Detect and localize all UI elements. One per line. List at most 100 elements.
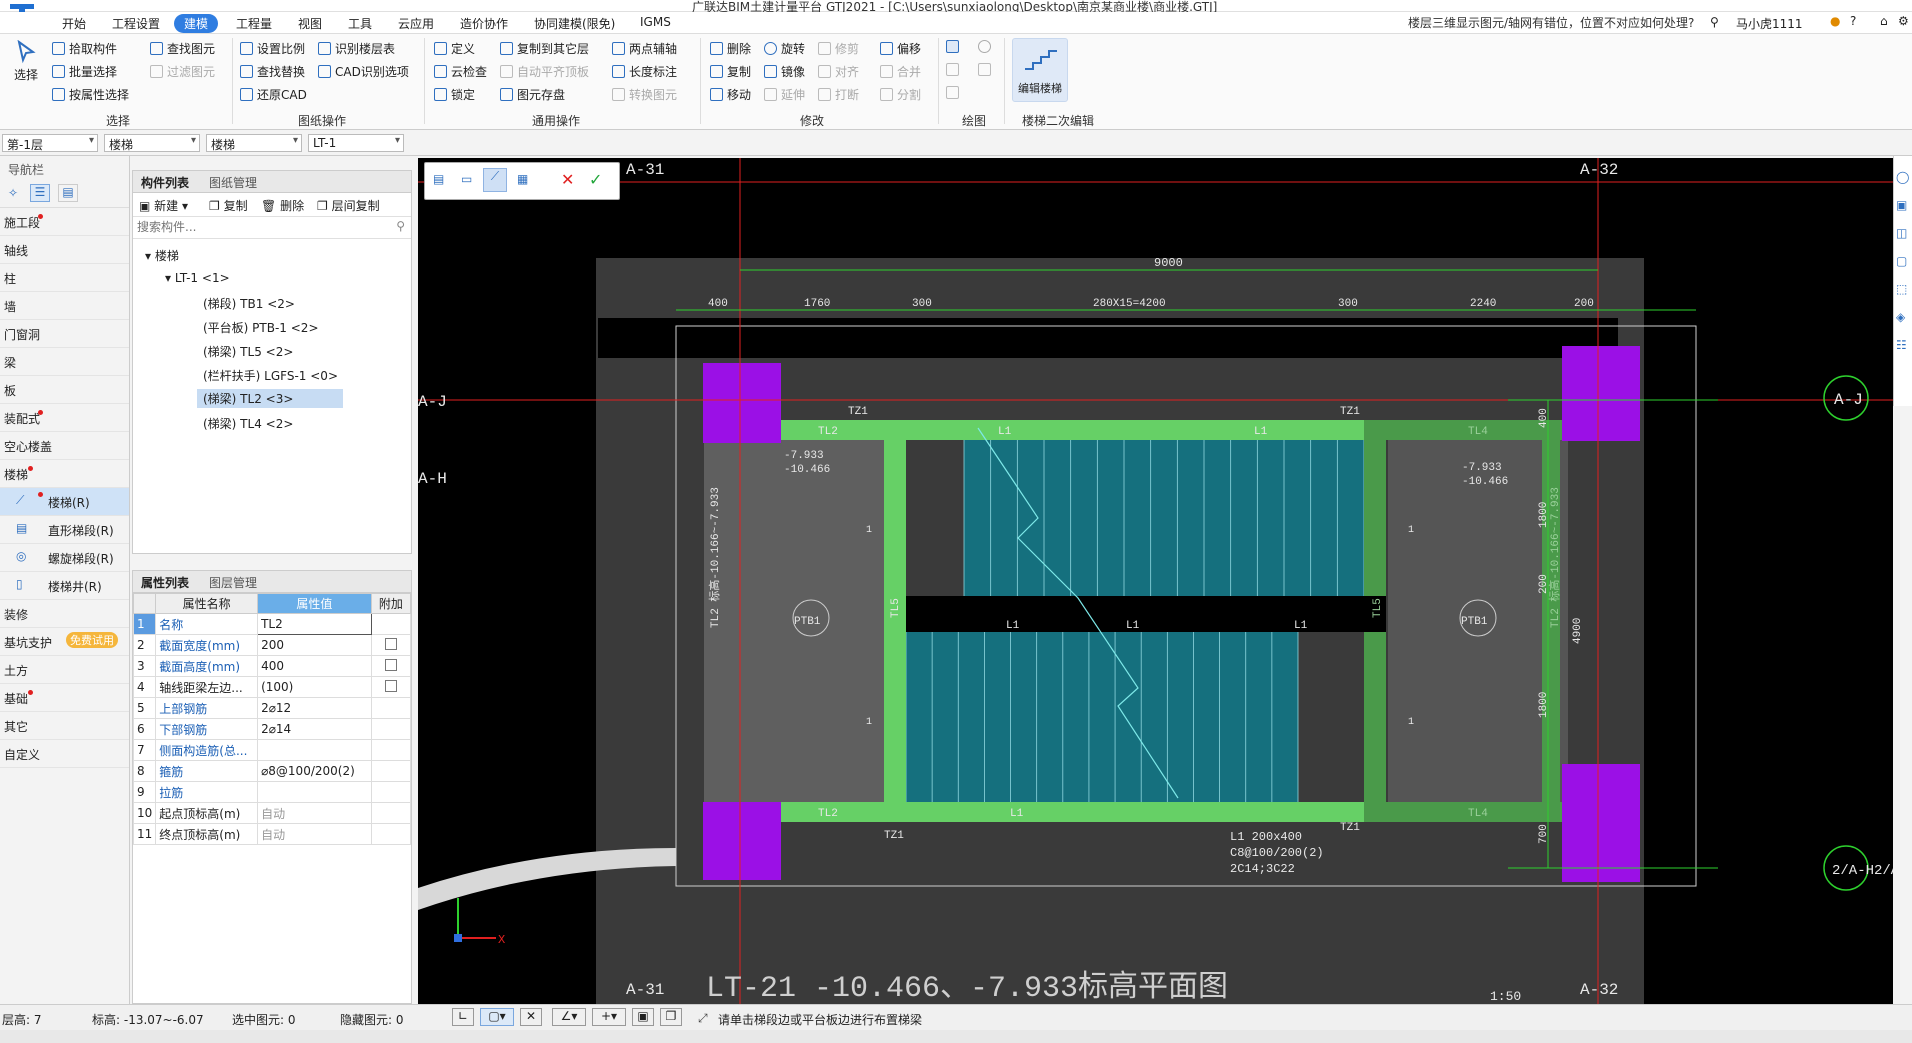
tree-node-tb1[interactable]: (梯段) TB1 <2> [203, 295, 295, 312]
hatch-icon[interactable]: ▦ [517, 172, 528, 186]
nav-item-beam[interactable]: 梁 [0, 348, 129, 376]
prop-value[interactable]: 2⌀14 [257, 718, 372, 740]
element-save-button[interactable]: 图元存盘 [500, 86, 565, 103]
platform-edge-icon[interactable]: ▭ [461, 172, 472, 186]
free-trial-badge[interactable]: 免费试用 [66, 632, 118, 648]
list-icon[interactable]: ☷ [1896, 338, 1910, 352]
pick-component-button[interactable]: 拾取构件 [52, 40, 117, 57]
user-name[interactable]: 马小虎1111 [1736, 15, 1803, 32]
filter-element-button[interactable]: 过滤图元 [150, 63, 215, 80]
mirror-button[interactable]: 镜像 [764, 63, 805, 80]
settings-icon[interactable]: ⚙ [1898, 14, 1909, 28]
find-replace-button[interactable]: 查找替换 [240, 63, 305, 80]
nav-item-finishing[interactable]: 装修 [0, 600, 129, 628]
nav-item-axis[interactable]: 轴线 [0, 236, 129, 264]
tree-node-ptb1[interactable]: (平台板) PTB-1 <2> [203, 319, 319, 336]
nav-item-construction-segment[interactable]: 施工段 [0, 208, 129, 236]
copy-component-button[interactable]: ❐ 复制 [209, 197, 248, 214]
copy-button[interactable]: 复制 [710, 63, 751, 80]
extra-checkbox[interactable] [384, 637, 397, 650]
component-search[interactable]: ⚲ [133, 217, 411, 239]
angle-snap-icon[interactable]: ∠▾ [552, 1008, 586, 1026]
prop-value[interactable]: (100) [257, 676, 372, 698]
prop-value[interactable]: ⌀8@100/200(2) [257, 760, 372, 782]
confirm-icon[interactable]: ✓ [589, 170, 602, 189]
category-select[interactable]: 楼梯 [104, 134, 200, 152]
tab-layer-management[interactable]: 图层管理 [209, 574, 257, 591]
new-button[interactable]: ▣ 新建 ▾ [139, 197, 188, 214]
nav-item-other[interactable]: 其它 [0, 712, 129, 740]
define-button[interactable]: 定义 [434, 40, 475, 57]
draw-arc-button[interactable] [946, 86, 959, 99]
restore-cad-button[interactable]: 还原CAD [240, 86, 307, 103]
prop-value-input[interactable]: TL2 [257, 613, 372, 635]
delete-button[interactable]: 删除 [710, 40, 751, 57]
list-view-icon[interactable]: ☰ [30, 184, 50, 202]
cad-options-button[interactable]: CAD识别选项 [318, 63, 409, 80]
tree-node-tl2[interactable]: (梯梁) TL2 <3> [197, 389, 343, 408]
tree-node-lgfs1[interactable]: (栏杆扶手) LGFS-1 <0> [203, 367, 338, 384]
menu-tools[interactable]: 工具 [348, 15, 372, 32]
copy-snap-icon[interactable]: ❐ [660, 1008, 682, 1026]
two-point-aux-axis-button[interactable]: 两点辅轴 [612, 40, 677, 57]
nav-item-spiral-flight[interactable]: ◎ 螺旋梯段(R) [0, 544, 129, 572]
nav-item-stairwell[interactable]: ▯ 楼梯井(R) [0, 572, 129, 600]
draw-point-button[interactable] [946, 40, 959, 53]
cloud-check-button[interactable]: 云检查 [434, 63, 487, 80]
menu-project-settings[interactable]: 工程设置 [112, 15, 160, 32]
search-icon[interactable]: ⚲ [1710, 15, 1719, 29]
nav-item-prefab[interactable]: 装配式 [0, 404, 129, 432]
skin-icon[interactable]: ● [1830, 14, 1840, 28]
offset-button[interactable]: 偏移 [880, 40, 921, 57]
component-select[interactable]: LT-1 [308, 134, 404, 152]
edit-stair-button[interactable]: 编辑楼梯 [1012, 38, 1068, 102]
copy-to-other-floor-button[interactable]: 复制到其它层 [500, 40, 589, 57]
icon-view-icon[interactable]: ▤ [58, 184, 78, 202]
tree-node-lt1[interactable]: ▾ LT-1 <1> [165, 271, 230, 285]
cube-icon[interactable]: ◫ [1896, 226, 1910, 240]
nav-item-excavation-support[interactable]: 基坑支护 免费试用 [0, 628, 129, 656]
floor-select[interactable]: 第-1层 [2, 134, 98, 152]
tab-drawing-management[interactable]: 图纸管理 [209, 174, 257, 191]
type-select[interactable]: 楼梯 [206, 134, 302, 152]
menu-view[interactable]: 视图 [298, 15, 322, 32]
smart-layout-icon[interactable]: ⟋ [483, 168, 507, 192]
align-button[interactable]: 对齐 [818, 63, 859, 80]
draw-rect-button[interactable] [978, 63, 991, 76]
merge-button[interactable]: 合并 [880, 63, 921, 80]
draw-circle-button[interactable] [978, 40, 991, 53]
box-icon[interactable]: ▢ [1896, 254, 1910, 268]
prop-value[interactable]: 2⌀12 [257, 697, 372, 719]
nav-item-stair[interactable]: 楼梯 [0, 460, 129, 488]
set-scale-button[interactable]: 设置比例 [240, 40, 305, 57]
nav-item-custom[interactable]: 自定义 [0, 740, 129, 768]
trim-button[interactable]: 修剪 [818, 40, 859, 57]
nav-item-hollow-floor[interactable]: 空心楼盖 [0, 432, 129, 460]
delete-component-button[interactable]: 🗑 删除 [261, 197, 304, 214]
tree-node-tl4[interactable]: (梯梁) TL4 <2> [203, 415, 293, 432]
menu-igms[interactable]: IGMS [640, 15, 671, 29]
recognize-floor-table-button[interactable]: 识别楼层表 [318, 40, 395, 57]
rotate-button[interactable]: 旋转 [764, 40, 805, 57]
menu-collab-modeling[interactable]: 协同建模(限免) [534, 15, 615, 32]
auto-flush-slab-button[interactable]: 自动平齐顶板 [500, 63, 589, 80]
extra-checkbox[interactable] [384, 658, 397, 671]
nav-item-foundation[interactable]: 基础 [0, 684, 129, 712]
prop-value[interactable]: 自动 [257, 823, 372, 845]
nav-item-stair-r[interactable]: ⟋ 楼梯(R) [0, 488, 129, 516]
frame-icon[interactable]: ⬚ [1896, 282, 1910, 296]
prop-value[interactable]: 200 [257, 634, 372, 656]
pin-icon[interactable]: ✧ [8, 186, 18, 200]
nav-item-column[interactable]: 柱 [0, 264, 129, 292]
split-button[interactable]: 分割 [880, 86, 921, 103]
menu-cost-collab[interactable]: 造价协作 [460, 15, 508, 32]
nav-item-straight-flight[interactable]: ▤ 直形梯段(R) [0, 516, 129, 544]
break-button[interactable]: 打断 [818, 86, 859, 103]
help-search[interactable]: 楼层三维显示图元/轴网有错位，位置不对应如何处理? [1408, 14, 1718, 32]
convert-element-button[interactable]: 转换图元 [612, 86, 677, 103]
cross-snap-icon[interactable]: ✕ [520, 1008, 542, 1026]
help-icon[interactable]: ? [1850, 14, 1856, 28]
nav-item-wall[interactable]: 墙 [0, 292, 129, 320]
ortho-toggle-icon[interactable]: ∟ [452, 1008, 474, 1026]
extend-button[interactable]: 延伸 [764, 86, 805, 103]
